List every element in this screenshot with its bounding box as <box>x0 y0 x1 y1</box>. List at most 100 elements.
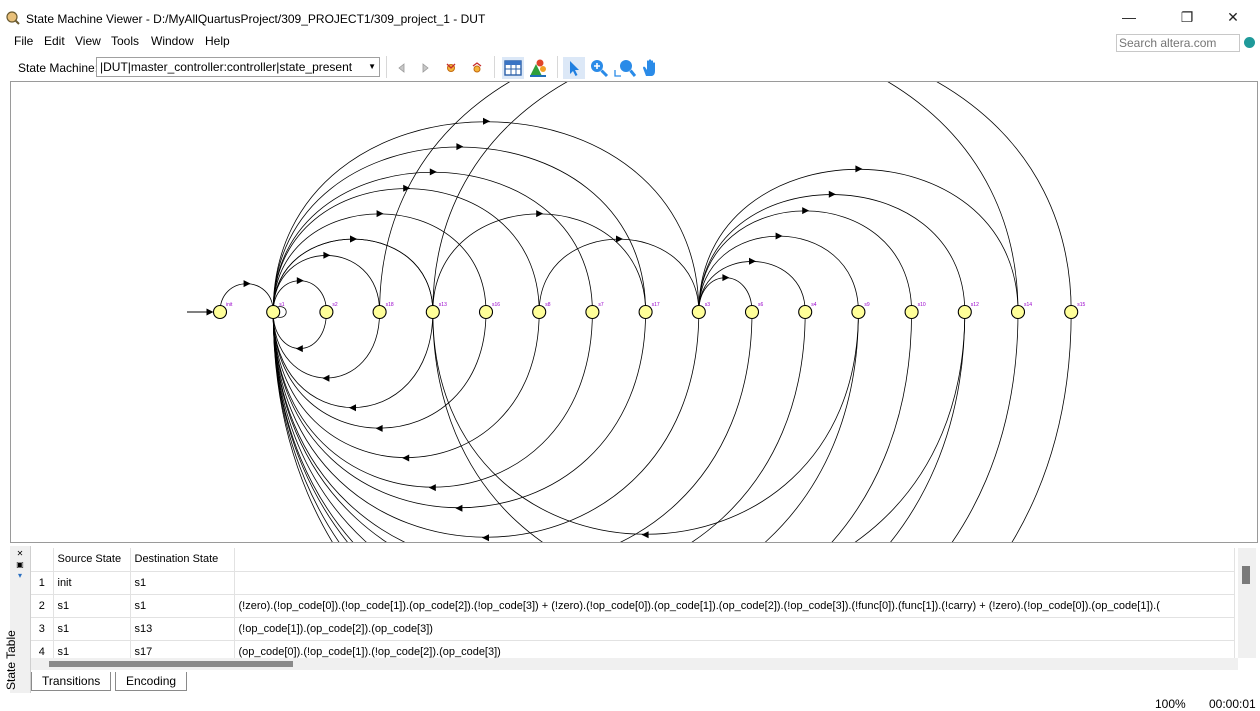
edge-arrow-icon <box>323 251 331 259</box>
tree-icon[interactable] <box>527 57 549 79</box>
restore-button[interactable]: ❐ <box>1164 6 1210 28</box>
search-input[interactable] <box>1116 34 1240 52</box>
window-title: State Machine Viewer - D:/MyAllQuartusPr… <box>26 12 486 26</box>
toolbar-separator <box>557 56 558 78</box>
state-node <box>585 304 600 320</box>
vertical-scrollbar[interactable] <box>1238 548 1256 658</box>
transition-edge <box>272 311 380 379</box>
state-label: s15 <box>1077 302 1085 308</box>
transition-edge <box>432 213 646 313</box>
zoom-in-icon[interactable] <box>588 57 610 79</box>
vertical-scroll-thumb[interactable] <box>1242 566 1250 584</box>
transition-edge <box>698 235 859 313</box>
transition-edge <box>272 172 593 313</box>
row-number: 2 <box>31 594 54 618</box>
edge-arrow-icon <box>322 374 330 382</box>
menu-file[interactable]: File <box>14 34 33 48</box>
edge-arrow-icon <box>243 280 251 288</box>
close-panel-icon[interactable]: ✕ <box>13 549 27 559</box>
edge-arrow-icon <box>428 484 436 492</box>
destination-cell: s1 <box>130 571 235 595</box>
start-arrow-icon <box>206 308 214 316</box>
table-row[interactable]: 2 s1 s1 (!zero).(!op_code[0]).(!op_code[… <box>31 594 1235 618</box>
menu-window[interactable]: Window <box>151 34 194 48</box>
transition-edge <box>538 238 700 313</box>
source-cell: s1 <box>53 617 131 641</box>
table-row[interactable]: 4 s1 s17 (op_code[0]).(!op_code[1]).(!op… <box>31 640 1235 658</box>
state-label: s13 <box>439 302 447 308</box>
state-label: s9 <box>864 302 870 308</box>
state-node <box>212 304 228 320</box>
pan-hand-icon[interactable] <box>640 57 662 79</box>
transition-edge <box>272 238 434 313</box>
state-node <box>798 304 813 320</box>
edge-arrow-icon <box>375 424 383 432</box>
edge-arrow-icon <box>722 274 730 282</box>
state-label: s18 <box>386 302 394 308</box>
menu-tools[interactable]: Tools <box>111 34 139 48</box>
state-label: s6 <box>758 302 764 308</box>
condition-cell <box>234 571 1235 595</box>
state-node <box>1064 304 1079 320</box>
close-button[interactable]: ✕ <box>1210 6 1256 28</box>
edge-arrow-icon <box>376 210 384 218</box>
state-node <box>425 304 440 320</box>
state-node <box>319 304 334 320</box>
transition-edge <box>272 311 700 538</box>
destination-cell: s1 <box>130 594 235 618</box>
condition-cell: (!zero).(!op_code[0]).(!op_code[1]).(op_… <box>234 594 1235 618</box>
state-machine-value: |DUT|master_controller:controller|state_… <box>100 60 353 74</box>
state-label: s2 <box>332 302 338 308</box>
state-label: s7 <box>598 302 604 308</box>
condition-cell: (op_code[0]).(!op_code[1]).(!op_code[2])… <box>234 640 1235 658</box>
row-number: 3 <box>31 617 54 641</box>
edge-arrow-icon <box>749 257 756 265</box>
state-label: s12 <box>971 302 979 308</box>
destination-cell: s17 <box>130 640 235 658</box>
table-row[interactable]: 1 init s1 <box>31 571 1235 595</box>
menu-edit[interactable]: Edit <box>44 34 65 48</box>
collapse-icon[interactable] <box>466 57 488 79</box>
transition-edge <box>272 311 434 408</box>
table-header: Source State Destination State <box>31 548 1235 572</box>
state-node <box>266 304 281 320</box>
menu-help[interactable]: Help <box>205 34 230 48</box>
state-node <box>957 304 972 320</box>
zoom-fit-icon[interactable] <box>614 57 636 79</box>
state-machine-select[interactable]: |DUT|master_controller:controller|state_… <box>96 57 380 77</box>
expand-icon[interactable] <box>440 57 462 79</box>
state-label: s16 <box>492 302 500 308</box>
transitions-table-viewport: Source State Destination State 1 init s1… <box>31 548 1237 658</box>
back-icon[interactable] <box>391 57 413 79</box>
condition-cell: (!op_code[1]).(op_code[2]).(op_code[3]) <box>234 617 1235 641</box>
pointer-icon[interactable] <box>563 57 585 79</box>
float-panel-icon[interactable]: ▣ <box>13 560 27 570</box>
chevron-down-icon: ▼ <box>368 62 376 71</box>
state-node <box>372 304 387 320</box>
toolbar-separator <box>494 56 495 78</box>
state-node <box>904 304 919 320</box>
forward-icon[interactable] <box>414 57 436 79</box>
horizontal-scrollbar[interactable] <box>31 658 1238 670</box>
tab-transitions[interactable]: Transitions <box>31 672 112 691</box>
menu-view[interactable]: View <box>75 34 101 48</box>
state-machine-label: State Machine: <box>18 61 99 75</box>
tab-encoding[interactable]: Encoding <box>115 672 188 691</box>
transition-edge <box>272 238 434 313</box>
edge-arrow-icon <box>616 235 623 243</box>
edge-arrow-icon <box>855 165 863 173</box>
pin-panel-icon[interactable]: ▾ <box>13 571 27 581</box>
transition-edge <box>272 188 540 313</box>
globe-icon[interactable] <box>1244 37 1255 48</box>
header-destination: Destination State <box>130 548 235 572</box>
horizontal-scroll-thumb[interactable] <box>49 661 293 667</box>
toolbar-separator <box>386 56 387 78</box>
diagram-canvas[interactable]: init s1 s2 s18 s13 s16 s8 s7 s17 s3 s6 s4 s9 s10 s12 s1… <box>10 81 1258 543</box>
transition-edge <box>379 82 1019 313</box>
table-row[interactable]: 3 s1 s13 (!op_code[1]).(op_code[2]).(op_… <box>31 617 1235 641</box>
state-label: s14 <box>1024 302 1032 308</box>
edge-arrow-icon <box>641 531 649 539</box>
table-icon[interactable] <box>502 57 524 79</box>
minimize-button[interactable]: — <box>1106 6 1152 28</box>
state-diagram[interactable]: init s1 s2 s18 s13 s16 s8 s7 s17 s3 s6 s4 s9 s10 s12 s1… <box>11 82 1257 542</box>
